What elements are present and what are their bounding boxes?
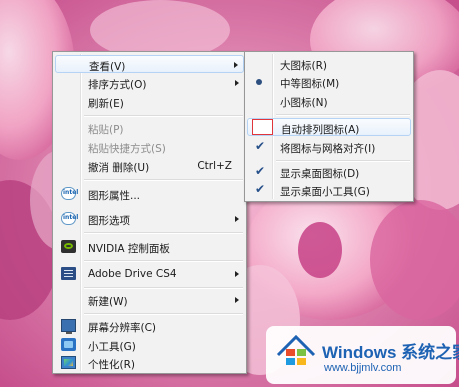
intel-icon <box>61 212 78 225</box>
menu-item-graphics-properties[interactable]: 图形属性... <box>55 185 244 203</box>
menu-item-label: 新建(W) <box>88 296 128 308</box>
menu-item-label: 小工具(G) <box>88 341 136 353</box>
nvidia-icon <box>61 240 76 253</box>
menu-item-graphics-options[interactable]: 图形选项 <box>55 210 244 228</box>
intel-icon <box>61 187 78 200</box>
menu-item-label: 显示桌面图标(D) <box>280 168 360 180</box>
menu-item-label: 个性化(R) <box>88 359 135 371</box>
menu-item-screen-resolution[interactable]: 屏幕分辨率(C) <box>55 317 244 335</box>
menu-item-label: 显示桌面小工具(G) <box>280 186 370 198</box>
menu-item-label: 查看(V) <box>89 61 126 73</box>
submenu-arrow-icon <box>235 216 239 222</box>
menu-item-label: 屏幕分辨率(C) <box>88 322 157 334</box>
menu-item-label: NVIDIA 控制面板 <box>88 243 170 255</box>
radio-selected-icon <box>256 79 262 85</box>
menu-item-label: Adobe Drive CS4 <box>88 268 177 280</box>
unchecked-box-icon <box>252 119 273 135</box>
menu-item-paste-shortcut[interactable]: 粘贴快捷方式(S) <box>55 138 244 156</box>
watermark-title: Windows 系统之家 <box>322 343 459 362</box>
menu-item-personalize[interactable]: 个性化(R) <box>55 354 244 372</box>
monitor-icon <box>61 319 76 334</box>
menu-item-adobe-drive[interactable]: Adobe Drive CS4 <box>55 265 244 283</box>
gadget-icon <box>61 338 76 351</box>
menu-item-label: 撤消 删除(U) <box>88 162 150 174</box>
site-watermark: Windows 系统之家 www.bjjmlv.com <box>266 326 459 384</box>
windows-logo-icon <box>276 334 316 365</box>
checkmark-icon: ✔ <box>255 139 266 153</box>
submenu-item-medium-icons[interactable]: 中等图标(M) <box>247 73 411 91</box>
menu-item-undo-delete[interactable]: 撤消 删除(U) Ctrl+Z <box>55 157 244 175</box>
menu-item-label: 粘贴快捷方式(S) <box>88 143 166 155</box>
menu-item-gadgets[interactable]: 小工具(G) <box>55 336 244 354</box>
menu-item-sort-by[interactable]: 排序方式(O) <box>55 74 244 92</box>
submenu-item-small-icons[interactable]: 小图标(N) <box>247 92 411 110</box>
menu-separator <box>84 260 243 262</box>
menu-item-paste[interactable]: 粘贴(P) <box>55 119 244 137</box>
menu-separator <box>84 115 243 117</box>
menu-item-refresh[interactable]: 刷新(E) <box>55 93 244 111</box>
checkmark-icon: ✔ <box>255 182 266 196</box>
menu-item-label: 中等图标(M) <box>280 78 340 90</box>
menu-separator <box>84 232 243 234</box>
watermark-url: www.bjjmlv.com <box>324 362 402 374</box>
menu-item-label: 粘贴(P) <box>88 124 124 136</box>
menu-item-view[interactable]: 查看(V) <box>55 55 244 73</box>
menu-separator <box>84 287 243 289</box>
menu-separator <box>276 114 410 116</box>
menu-item-label: 大图标(R) <box>280 60 327 72</box>
submenu-arrow-icon <box>234 62 238 68</box>
submenu-arrow-icon <box>235 80 239 86</box>
submenu-arrow-icon <box>235 271 239 277</box>
checkmark-icon: ✔ <box>255 164 266 178</box>
menu-item-shortcut: Ctrl+Z <box>197 160 232 172</box>
submenu-item-align-to-grid[interactable]: ✔ 将图标与网格对齐(I) <box>247 138 411 156</box>
menu-item-label: 排序方式(O) <box>88 79 147 91</box>
submenu-item-large-icons[interactable]: 大图标(R) <box>247 55 411 73</box>
adobe-drive-icon <box>61 267 76 280</box>
submenu-arrow-icon <box>235 297 239 303</box>
submenu-item-show-desktop-icons[interactable]: ✔ 显示桌面图标(D) <box>247 163 411 181</box>
menu-item-label: 图形属性... <box>88 190 141 202</box>
menu-separator <box>84 313 243 315</box>
menu-item-label: 自动排列图标(A) <box>281 124 360 136</box>
menu-separator <box>84 179 243 181</box>
menu-item-label: 小图标(N) <box>280 97 328 109</box>
submenu-item-show-desktop-gadgets[interactable]: ✔ 显示桌面小工具(G) <box>247 181 411 199</box>
menu-item-label: 刷新(E) <box>88 98 124 110</box>
menu-item-new[interactable]: 新建(W) <box>55 291 244 309</box>
menu-item-nvidia-control-panel[interactable]: NVIDIA 控制面板 <box>55 238 244 256</box>
desktop-context-menu: 查看(V) 排序方式(O) 刷新(E) 粘贴(P) 粘贴快捷方式(S) 撤消 删… <box>52 51 247 374</box>
personalize-icon <box>61 356 76 369</box>
view-submenu: 大图标(R) 中等图标(M) 小图标(N) 自动排列图标(A) ✔ 将图标与网格… <box>244 51 414 202</box>
submenu-item-auto-arrange[interactable]: 自动排列图标(A) <box>247 118 411 136</box>
menu-separator <box>276 160 410 162</box>
menu-item-label: 图形选项 <box>88 215 130 227</box>
menu-item-label: 将图标与网格对齐(I) <box>280 143 376 155</box>
